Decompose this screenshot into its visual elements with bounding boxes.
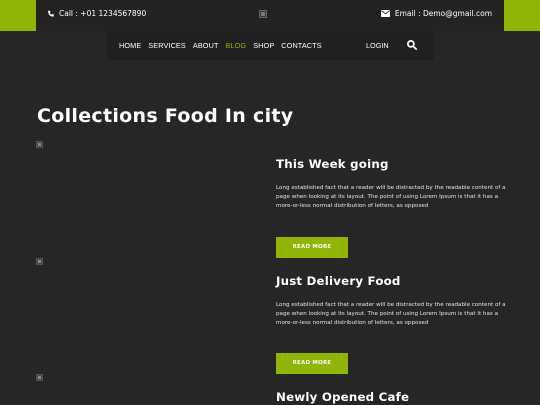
blog-post: This Week going Long established fact th… xyxy=(276,157,516,211)
broken-image-icon xyxy=(36,258,43,265)
blog-post: Newly Opened Cafe xyxy=(276,390,516,404)
nav-item-about[interactable]: ABOUT xyxy=(193,41,219,50)
broken-image-icon xyxy=(36,141,43,148)
nav-item-blog[interactable]: BLOG xyxy=(226,41,247,50)
main-navigation: HOME SERVICES ABOUT BLOG SHOP CONTACTS L… xyxy=(107,31,434,60)
email-contact[interactable]: Email : Demo@gmail.com xyxy=(380,9,492,18)
nav-menu: HOME SERVICES ABOUT BLOG SHOP CONTACTS xyxy=(119,41,322,50)
nav-item-services[interactable]: SERVICES xyxy=(148,41,186,50)
read-more-button[interactable]: READ MORE xyxy=(276,353,348,374)
page-title: Collections Food In city xyxy=(37,105,294,127)
phone-text: Call : +01 1234567890 xyxy=(59,9,147,18)
blog-post: Just Delivery Food Long established fact… xyxy=(276,274,516,328)
phone-icon xyxy=(48,10,54,17)
login-link[interactable]: LOGIN xyxy=(366,41,389,50)
envelope-icon xyxy=(380,10,390,17)
phone-contact[interactable]: Call : +01 1234567890 xyxy=(47,9,146,18)
top-accent-bar: Call : +01 1234567890 Email : Demo@gmail… xyxy=(0,0,540,31)
read-more-button[interactable]: READ MORE xyxy=(276,237,348,258)
email-text: Email : Demo@gmail.com xyxy=(394,9,492,18)
search-icon[interactable] xyxy=(406,39,418,51)
top-contact-bar: Call : +01 1234567890 Email : Demo@gmail… xyxy=(36,0,504,31)
post-title[interactable]: This Week going xyxy=(276,157,516,171)
nav-item-contacts[interactable]: CONTACTS xyxy=(281,41,321,50)
nav-item-shop[interactable]: SHOP xyxy=(253,41,274,50)
post-title[interactable]: Just Delivery Food xyxy=(276,274,516,288)
post-title[interactable]: Newly Opened Cafe xyxy=(276,390,516,404)
logo-image-placeholder[interactable] xyxy=(259,10,267,18)
post-excerpt: Long established fact that a reader will… xyxy=(276,302,506,326)
nav-item-home[interactable]: HOME xyxy=(119,41,141,50)
broken-image-icon xyxy=(36,374,43,381)
post-excerpt: Long established fact that a reader will… xyxy=(276,185,506,209)
